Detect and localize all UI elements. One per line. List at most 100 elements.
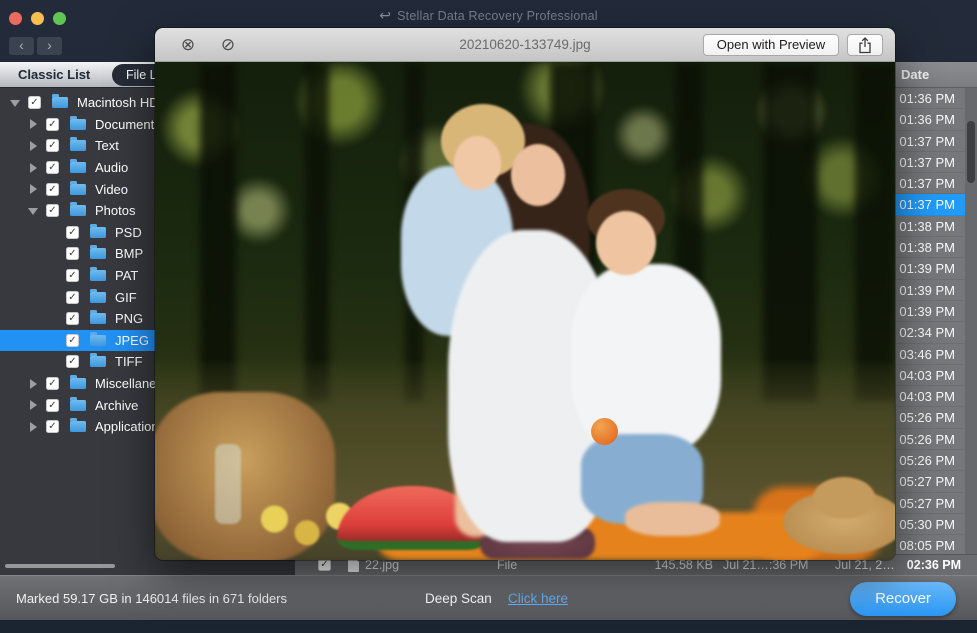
disclosure-triangle-icon[interactable] (26, 182, 40, 196)
tree-item-label: TIFF (115, 354, 142, 369)
checkbox[interactable]: ✓ (46, 399, 59, 412)
date-cell: 01:37 PM (899, 194, 955, 215)
date-cell: 01:39 PM (899, 280, 955, 301)
file-modified-time-cell: 02:36 PM (893, 555, 961, 576)
folder-icon (70, 421, 86, 432)
folder-icon (70, 162, 86, 173)
disclosure-placeholder (46, 247, 60, 261)
nav-forward-button[interactable]: › (37, 37, 62, 55)
tree-item-label: Photos (95, 203, 135, 218)
file-icon (348, 558, 359, 572)
date-cell: 01:38 PM (899, 237, 955, 258)
status-bar: Marked 59.17 GB in 146014 files in 671 f… (0, 575, 977, 620)
date-cell: 05:26 PM (899, 407, 955, 428)
date-cell: 03:46 PM (899, 344, 955, 365)
disclosure-triangle-icon[interactable] (26, 420, 40, 434)
bottom-strip (0, 620, 977, 633)
vertical-scrollbar[interactable] (965, 88, 977, 575)
app-title: ↩Stellar Data Recovery Professional (0, 7, 977, 24)
checkbox[interactable]: ✓ (46, 139, 59, 152)
disclosure-triangle-icon[interactable] (26, 398, 40, 412)
date-cell: 01:37 PM (899, 131, 955, 152)
folder-icon (90, 292, 106, 303)
horizontal-scrollbar-thumb[interactable] (5, 564, 115, 568)
checkbox[interactable]: ✓ (46, 161, 59, 174)
folder-icon (70, 140, 86, 151)
date-cell: 05:30 PM (899, 514, 955, 535)
checkbox[interactable]: ✓ (66, 334, 79, 347)
checkbox[interactable]: ✓ (66, 355, 79, 368)
folder-icon (90, 270, 106, 281)
folder-icon (90, 248, 106, 259)
preview-titlebar: ⊗ ⊘ 20210620-133749.jpg Open with Previe… (155, 28, 895, 62)
date-cell: 04:03 PM (899, 386, 955, 407)
date-cell: 01:36 PM (899, 88, 955, 109)
photo-mother (511, 144, 565, 206)
folder-icon (70, 205, 86, 216)
date-cell: 05:27 PM (899, 471, 955, 492)
tree-item-label: Video (95, 182, 128, 197)
recover-button[interactable]: Recover (850, 582, 956, 616)
photo-boy-right (596, 211, 656, 275)
date-cell: 01:37 PM (899, 173, 955, 194)
folder-icon (70, 184, 86, 195)
tab-classic-list[interactable]: Classic List (18, 62, 90, 88)
date-cell: 01:38 PM (899, 216, 955, 237)
disclosure-placeholder (46, 355, 60, 369)
disclosure-triangle-icon[interactable] (26, 204, 40, 218)
checkbox[interactable]: ✓ (66, 269, 79, 282)
date-cell: 02:34 PM (899, 322, 955, 343)
checkbox[interactable]: ✓ (46, 118, 59, 131)
nav-back-button[interactable]: ‹ (9, 37, 34, 55)
disclosure-placeholder (46, 312, 60, 326)
date-cell: 05:27 PM (899, 493, 955, 514)
date-cell: 05:26 PM (899, 429, 955, 450)
folder-icon (70, 378, 86, 389)
disclosure-placeholder (46, 269, 60, 283)
preview-window: ⊗ ⊘ 20210620-133749.jpg Open with Previe… (155, 28, 895, 560)
folder-icon (52, 97, 68, 108)
checkbox[interactable]: ✓ (46, 204, 59, 217)
tree-item-label: GIF (115, 290, 137, 305)
tree-item-label: Audio (95, 160, 128, 175)
date-cell: 01:37 PM (899, 152, 955, 173)
share-button[interactable] (847, 34, 883, 56)
disclosure-triangle-icon[interactable] (26, 377, 40, 391)
disclosure-placeholder (46, 333, 60, 347)
checkbox[interactable]: ✓ (66, 291, 79, 304)
checkbox[interactable]: ✓ (66, 247, 79, 260)
folder-icon (70, 400, 86, 411)
checkbox[interactable]: ✓ (66, 312, 79, 325)
vertical-scrollbar-thumb[interactable] (967, 121, 975, 183)
open-with-preview-button[interactable]: Open with Preview (703, 34, 839, 56)
date-cell: 01:39 PM (899, 258, 955, 279)
photo-preview-image (155, 62, 895, 560)
disclosure-triangle-icon[interactable] (26, 161, 40, 175)
folder-icon (90, 356, 106, 367)
deep-scan-label: Deep Scan (425, 576, 492, 621)
date-cell: 04:03 PM (899, 365, 955, 386)
checkbox[interactable]: ✓ (66, 226, 79, 239)
tree-item-label: PNG (115, 311, 143, 326)
date-cell: 01:39 PM (899, 301, 955, 322)
disclosure-triangle-icon[interactable] (26, 117, 40, 131)
disclosure-triangle-icon[interactable] (26, 139, 40, 153)
tree-item-label: Documents (95, 117, 161, 132)
checkbox[interactable]: ✓ (46, 183, 59, 196)
back-arrow-icon: ↩ (379, 7, 391, 23)
folder-icon (90, 335, 106, 346)
checkbox[interactable]: ✓ (28, 96, 41, 109)
tree-item-label: PSD (115, 225, 142, 240)
marked-summary-text: Marked 59.17 GB in 146014 files in 671 f… (16, 576, 287, 621)
tree-item-label: BMP (115, 246, 143, 261)
tree-item-label: Archive (95, 398, 138, 413)
stellar-data-recovery-window: ↩Stellar Data Recovery Professional ‹ › … (0, 0, 977, 633)
disclosure-triangle-icon[interactable] (8, 96, 22, 110)
tree-item-label: JPEG (115, 333, 149, 348)
checkbox[interactable]: ✓ (46, 420, 59, 433)
checkbox[interactable]: ✓ (46, 377, 59, 390)
deep-scan-link[interactable]: Click here (508, 576, 568, 621)
date-column-header[interactable]: Date (901, 62, 929, 88)
tree-item-label: Text (95, 138, 119, 153)
disclosure-placeholder (46, 290, 60, 304)
